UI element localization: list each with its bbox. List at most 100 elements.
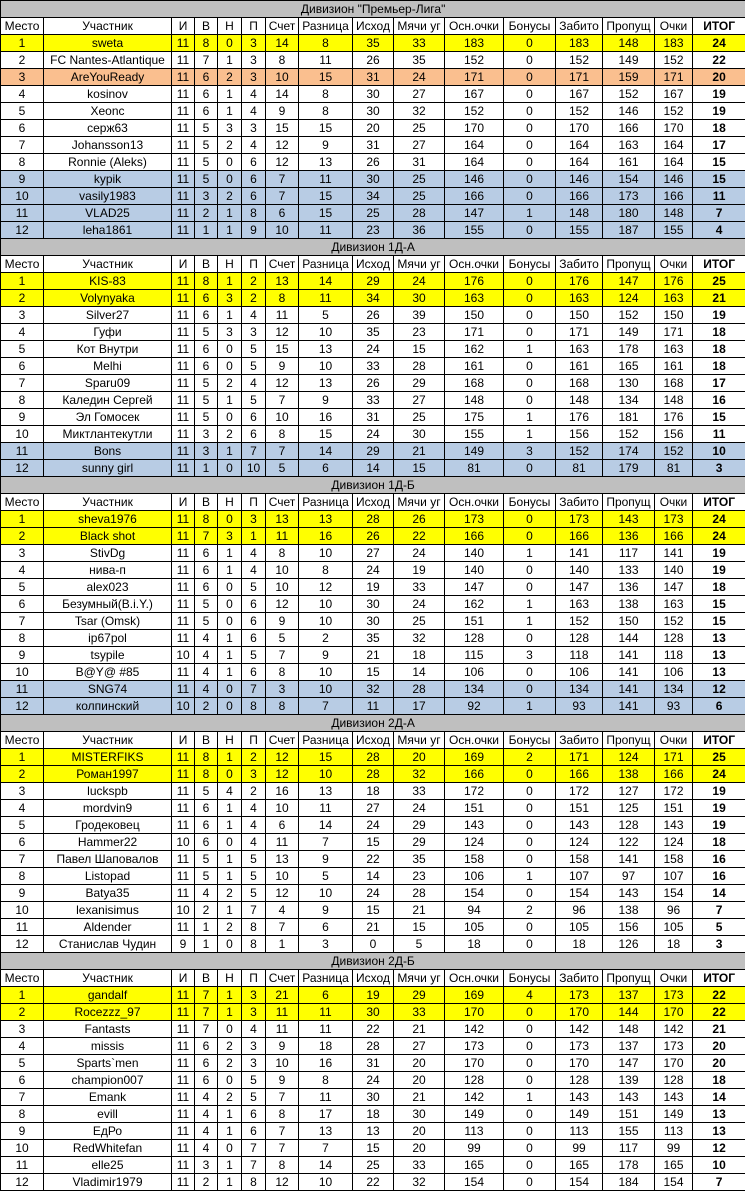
table-cell: 0 [503,1173,556,1191]
table-row: 8 Listopad 11 5 1 5 10 5 14 23 106 1 107 97 107 16 [0,867,745,885]
participant-name: FC Nantes-Atlantique [43,51,172,69]
table-cell: 11 [171,1156,195,1174]
table-cell: 96 [555,901,603,919]
table-cell: 9 [265,1037,299,1055]
column-header: Осн.очки [444,17,504,35]
table-cell: 92 [444,697,504,715]
column-header: Разница [298,969,353,987]
table-cell: 29 [393,833,445,851]
table-cell: 4 [241,561,266,579]
column-header: И [171,731,195,749]
table-cell: 2 [217,918,242,936]
table-cell: 151 [444,799,504,817]
table-cell: 10 [0,1139,44,1157]
table-cell: 4 [194,1105,218,1123]
table-cell: 4 [194,1122,218,1140]
table-cell: 11 [171,391,195,409]
table-cell: 93 [654,697,693,715]
table-cell: 1 [217,1105,242,1123]
table-cell: 113 [444,1122,504,1140]
table-cell: 169 [444,748,504,766]
table-cell: 15 [691,595,745,613]
table-cell: 8 [0,867,44,885]
table-cell: 6 [194,1037,218,1055]
table-cell: 165 [555,1156,603,1174]
table-cell: 7 [0,374,44,392]
table-cell: 1 [194,918,218,936]
table-cell: 1 [503,697,556,715]
table-cell: 15 [691,170,745,188]
table-cell: 15 [298,187,353,205]
table-row: 2 FC Nantes-Atlantique 11 7 1 3 8 11 26 35 152 0 152… [0,51,745,69]
table-cell: 1 [217,102,242,120]
table-cell: 1 [217,629,242,647]
table-cell: 148 [602,1020,655,1038]
table-row: 4 Гуфи 11 5 3 3 12 10 35 23 171 0 171 149 171 18 [0,323,745,341]
table-cell: 18 [691,357,745,375]
table-cell: 23 [393,867,445,885]
table-cell: 18 [691,833,745,851]
table-cell: 3 [0,1020,44,1038]
table-cell: 2 [194,901,218,919]
table-cell: 138 [602,901,655,919]
table-cell: 115 [444,646,504,664]
table-cell: 166 [444,187,504,205]
table-cell: 141 [602,646,655,664]
table-cell: 173 [555,986,603,1004]
table-cell: 152 [654,102,693,120]
table-cell: 7 [298,833,353,851]
table-cell: 6 [194,544,218,562]
table-cell: 137 [602,986,655,1004]
table-cell: 24 [352,340,394,358]
table-cell: 15 [393,459,445,477]
table-cell: 1 [217,204,242,222]
table-cell: 170 [444,1003,504,1021]
table-cell: 6 [0,595,44,613]
table-cell: 7 [194,527,218,545]
table-cell: 134 [444,680,504,698]
table-cell: 14 [298,1156,353,1174]
table-cell: 28 [393,680,445,698]
table-cell: 8 [0,391,44,409]
table-cell: 10 [265,221,299,239]
table-cell: 5 [241,1088,266,1106]
table-cell: 149 [602,323,655,341]
table-cell: 24 [352,425,394,443]
table-cell: 16 [691,867,745,885]
table-cell: 2 [241,272,266,290]
header-row: Место Участник И В Н П Счет Разница Исход Мячи уг… [0,731,745,749]
table-cell: 141 [602,680,655,698]
table-cell: 127 [602,782,655,800]
table-cell: 5 [194,119,218,137]
table-cell: 172 [555,782,603,800]
table-cell: 1 [217,51,242,69]
division-title: Дивизион "Премьер-Лига" [0,0,745,18]
table-cell: 10 [298,680,353,698]
table-cell: 15 [691,612,745,630]
table-cell: 11 [171,136,195,154]
table-cell: 11 [171,527,195,545]
table-cell: 4 [194,884,218,902]
table-cell: 33 [352,391,394,409]
table-cell: 30 [352,1088,394,1106]
table-row: 3 Fantasts 11 7 0 4 11 11 22 21 142 0 142 148 142 21 [0,1020,745,1038]
table-cell: 152 [654,442,693,460]
participant-name: Кот Внутри [43,340,172,358]
table-cell: 0 [503,272,556,290]
table-cell: 1 [503,544,556,562]
participant-name: gandalf [43,986,172,1004]
table-cell: 3 [691,935,745,953]
table-cell: 0 [503,680,556,698]
table-cell: 2 [217,1088,242,1106]
table-row: 11 VLAD25 11 2 1 8 6 15 25 28 147 1 148 180 148 7 [0,204,745,222]
table-cell: 5 [194,612,218,630]
table-cell: 11 [171,816,195,834]
table-cell: 147 [444,204,504,222]
column-header: Очки [654,969,693,987]
table-cell: 143 [602,884,655,902]
division-title: Дивизион 1Д-Б [0,476,745,494]
table-cell: 134 [555,680,603,698]
table-cell: 8 [241,918,266,936]
table-cell: 147 [602,1054,655,1072]
table-cell: 0 [503,561,556,579]
